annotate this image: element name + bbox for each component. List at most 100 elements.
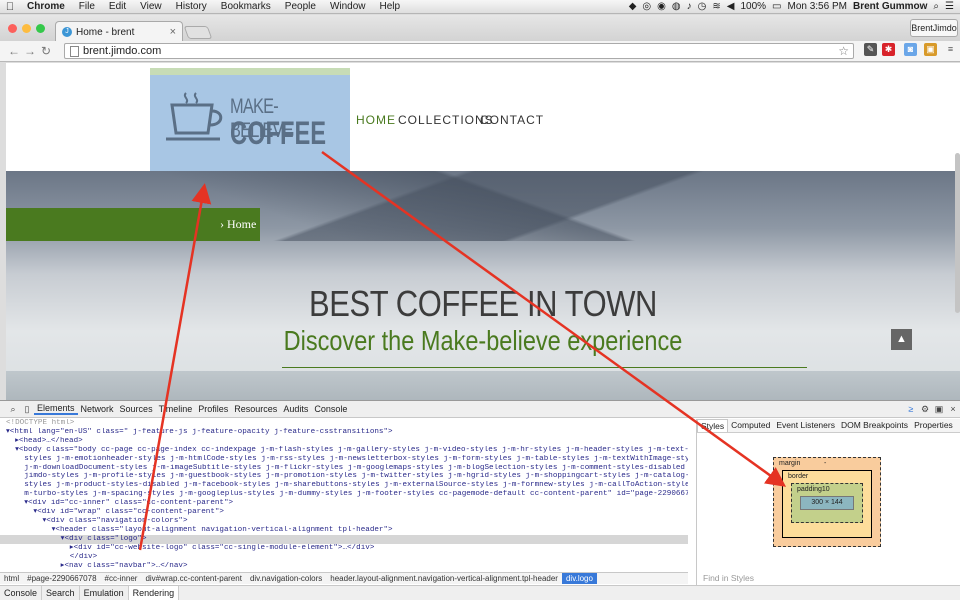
- forward-arrow-icon[interactable]: →: [22, 44, 38, 58]
- wifi-icon[interactable]: ≋: [712, 0, 720, 14]
- menu-edit[interactable]: Edit: [102, 1, 133, 12]
- bell-icon[interactable]: ♪: [687, 0, 692, 14]
- menu-history[interactable]: History: [169, 1, 214, 12]
- crumb-body[interactable]: #page-2290667078: [23, 573, 100, 584]
- tab-timeline[interactable]: Timeline: [156, 404, 196, 414]
- drawer-tab-rendering[interactable]: Rendering: [128, 586, 180, 600]
- profile-button[interactable]: BrentJimdo: [910, 19, 958, 37]
- dom-node-line[interactable]: ▾<div id="wrap" class="cc-content-parent…: [6, 508, 688, 517]
- notification-center-icon[interactable]: ☰: [945, 0, 954, 14]
- dom-tree[interactable]: <!DOCTYPE html> ▾<html lang="en-US" class…: [0, 419, 688, 571]
- site-logo[interactable]: MAKE-BELIEVE COFFEE: [150, 68, 350, 171]
- tab-styles[interactable]: Styles: [697, 419, 729, 432]
- dom-node-line[interactable]: ▾<div class="navigation-colors">: [6, 517, 688, 526]
- tab-elements[interactable]: Elements: [34, 403, 78, 415]
- dom-node-line[interactable]: <!DOCTYPE html>: [6, 419, 688, 428]
- dom-node-line[interactable]: m-turbo-styles j-m-spacing-styles j-m-go…: [6, 490, 688, 499]
- dom-node-line[interactable]: styles j-m-product-styles-disabled j-m-f…: [6, 481, 688, 490]
- scroll-to-top-button[interactable]: ▲: [891, 329, 912, 350]
- extension-lastpass-icon[interactable]: ✱: [882, 43, 895, 56]
- extension-camera-icon[interactable]: ◙: [904, 43, 917, 56]
- tab-dom-breakpoints[interactable]: DOM Breakpoints: [838, 419, 911, 432]
- dom-node-line[interactable]: ▾<html lang="en-US" class=" j-feature-js…: [6, 428, 688, 437]
- sync-icon[interactable]: ◎: [642, 0, 651, 14]
- dom-node-line[interactable]: ▾<header class="layout-alignment navigat…: [6, 526, 688, 535]
- bookmark-star-icon[interactable]: ☆: [838, 44, 849, 58]
- drawer-tab-emulation[interactable]: Emulation: [80, 586, 129, 600]
- menu-window[interactable]: Window: [323, 1, 373, 12]
- tab-network[interactable]: Network: [78, 404, 117, 414]
- crumb-div-logo[interactable]: div.logo: [561, 573, 597, 584]
- tab-console[interactable]: Console: [311, 404, 350, 414]
- dom-node-line[interactable]: j-m-downloadDocument-styles j-m-imageSub…: [6, 464, 688, 473]
- dom-node-line[interactable]: ▾<body class="body cc-page cc-page-index…: [6, 446, 688, 455]
- battery-icon[interactable]: ▭: [772, 0, 781, 14]
- extension-pen-icon[interactable]: ✎: [864, 43, 877, 56]
- address-bar[interactable]: brent.jimdo.com ☆: [64, 43, 854, 59]
- tab-resources[interactable]: Resources: [231, 404, 280, 414]
- user-label[interactable]: Brent Gummow: [853, 0, 927, 14]
- nav-home[interactable]: HOME: [356, 113, 396, 127]
- device-mode-icon[interactable]: ▯: [20, 404, 34, 415]
- dom-node-line[interactable]: ▸<nav class="navbar">…</nav>: [6, 562, 688, 571]
- crumb-navigation-colors[interactable]: div.navigation-colors: [246, 573, 326, 584]
- crumb-html[interactable]: html: [0, 573, 23, 584]
- inspect-search-icon[interactable]: ⌕: [6, 404, 20, 415]
- dom-node-line[interactable]: jimdo-styles j-m-profile-styles j-m-gues…: [6, 472, 688, 481]
- tab-properties[interactable]: Properties: [911, 419, 956, 432]
- page-scrollbar[interactable]: [955, 153, 960, 313]
- drawer-tab-console[interactable]: Console: [0, 586, 43, 600]
- devtools-close-icon[interactable]: ×: [946, 404, 960, 414]
- coffee-cup-icon: [166, 92, 223, 141]
- box-model-content[interactable]: 300 × 144: [800, 496, 854, 510]
- menu-app-chrome[interactable]: Chrome: [20, 1, 72, 12]
- menu-bookmarks[interactable]: Bookmarks: [214, 1, 278, 12]
- menu-help[interactable]: Help: [373, 1, 408, 12]
- nav-contact[interactable]: CONTACT: [480, 113, 544, 127]
- crumb-header[interactable]: header.layout-alignment.navigation-verti…: [326, 573, 562, 584]
- spotlight-icon[interactable]: ⌕: [933, 0, 939, 14]
- tab-computed[interactable]: Computed: [728, 419, 773, 432]
- menu-people[interactable]: People: [278, 1, 323, 12]
- tab-sources[interactable]: Sources: [117, 404, 156, 414]
- crumb-cc-inner[interactable]: #cc-inner: [101, 573, 142, 584]
- window-zoom-button[interactable]: [36, 24, 45, 33]
- window-minimize-button[interactable]: [22, 24, 31, 33]
- new-tab-button[interactable]: [183, 26, 213, 39]
- find-in-styles-input[interactable]: Find in Styles: [703, 573, 754, 583]
- extension-badge-icon[interactable]: ▣: [924, 43, 937, 56]
- console-drawer-icon[interactable]: ≥: [904, 404, 918, 414]
- eye-icon[interactable]: ◉: [657, 0, 666, 14]
- reload-icon[interactable]: ↻: [38, 44, 54, 58]
- apple-menu-icon[interactable]: : [0, 1, 20, 13]
- chrome-menu-icon[interactable]: ≡: [944, 43, 957, 56]
- clock-label[interactable]: Mon 3:56 PM: [787, 0, 846, 14]
- drawer-tab-search[interactable]: Search: [42, 586, 80, 600]
- clock-icon[interactable]: ◷: [698, 0, 707, 14]
- back-arrow-icon[interactable]: ←: [6, 44, 22, 58]
- menu-file[interactable]: File: [72, 1, 102, 12]
- dom-node-line[interactable]: </div>: [6, 553, 688, 562]
- margin-top-value[interactable]: -: [824, 460, 826, 467]
- dom-node-selected[interactable]: ▾<div class="logo">: [0, 534, 688, 544]
- dock-side-icon[interactable]: ▣: [932, 404, 946, 415]
- tab-event-listeners[interactable]: Event Listeners: [773, 419, 838, 432]
- box-model-border: border padding10 300 × 144: [782, 470, 872, 538]
- tab-audits[interactable]: Audits: [280, 404, 311, 414]
- evernote-icon[interactable]: ◍: [672, 0, 681, 14]
- tab-home-brent[interactable]: J Home - brent ×: [55, 21, 183, 42]
- dom-node-line[interactable]: ▸<head>…</head>: [6, 437, 688, 446]
- tab-profiles[interactable]: Profiles: [195, 404, 231, 414]
- crumb-wrap[interactable]: div#wrap.cc-content-parent: [141, 573, 246, 584]
- dom-node-line[interactable]: ▾<div id="cc-inner" class="cc-content-pa…: [6, 499, 688, 508]
- settings-gear-icon[interactable]: ⚙: [918, 404, 932, 415]
- dropbox-icon[interactable]: ◆: [629, 0, 637, 14]
- menu-view[interactable]: View: [133, 1, 169, 12]
- volume-icon[interactable]: ◀: [727, 0, 735, 14]
- tab-close-icon[interactable]: ×: [170, 26, 176, 38]
- dom-node-line[interactable]: ▸<div id="cc-website-logo" class="cc-sin…: [6, 544, 688, 553]
- breadcrumb-home[interactable]: › Home: [220, 217, 256, 231]
- page-icon: [70, 46, 79, 57]
- window-close-button[interactable]: [8, 24, 17, 33]
- dom-node-line[interactable]: styles j-m-emotionheader-styles j-m-html…: [6, 455, 688, 464]
